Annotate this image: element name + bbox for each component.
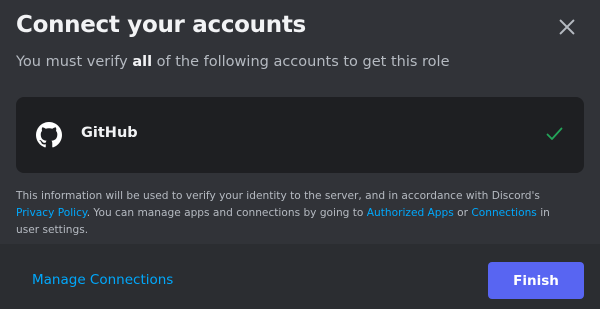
subtitle-emphasis: all xyxy=(132,54,153,70)
verified-check-icon xyxy=(546,127,563,140)
github-icon xyxy=(36,122,62,148)
account-row-github: GitHub xyxy=(16,97,584,173)
close-icon[interactable] xyxy=(556,16,578,38)
privacy-disclaimer: This information will be used to verify … xyxy=(16,188,576,239)
privacy-policy-link[interactable]: Privacy Policy xyxy=(16,207,87,219)
account-name: GitHub xyxy=(81,125,138,141)
connections-link[interactable]: Connections xyxy=(471,207,536,219)
disclaimer-text: . You can manage apps and connections by… xyxy=(86,207,367,219)
connect-accounts-modal: Connect your accounts You must verify al… xyxy=(0,0,600,309)
subtitle-text-end: of the following accounts to get this ro… xyxy=(152,54,450,70)
modal-footer: Manage Connections Finish xyxy=(0,244,600,309)
subtitle-text-start: You must verify xyxy=(16,54,133,70)
modal-subtitle: You must verify all of the following acc… xyxy=(16,54,450,70)
disclaimer-text: This information will be used to verify … xyxy=(16,190,540,202)
finish-button[interactable]: Finish xyxy=(488,262,584,299)
authorized-apps-link[interactable]: Authorized Apps xyxy=(367,207,454,219)
disclaimer-text: or xyxy=(453,207,472,219)
modal-title: Connect your accounts xyxy=(16,12,306,38)
manage-connections-link[interactable]: Manage Connections xyxy=(32,272,173,288)
